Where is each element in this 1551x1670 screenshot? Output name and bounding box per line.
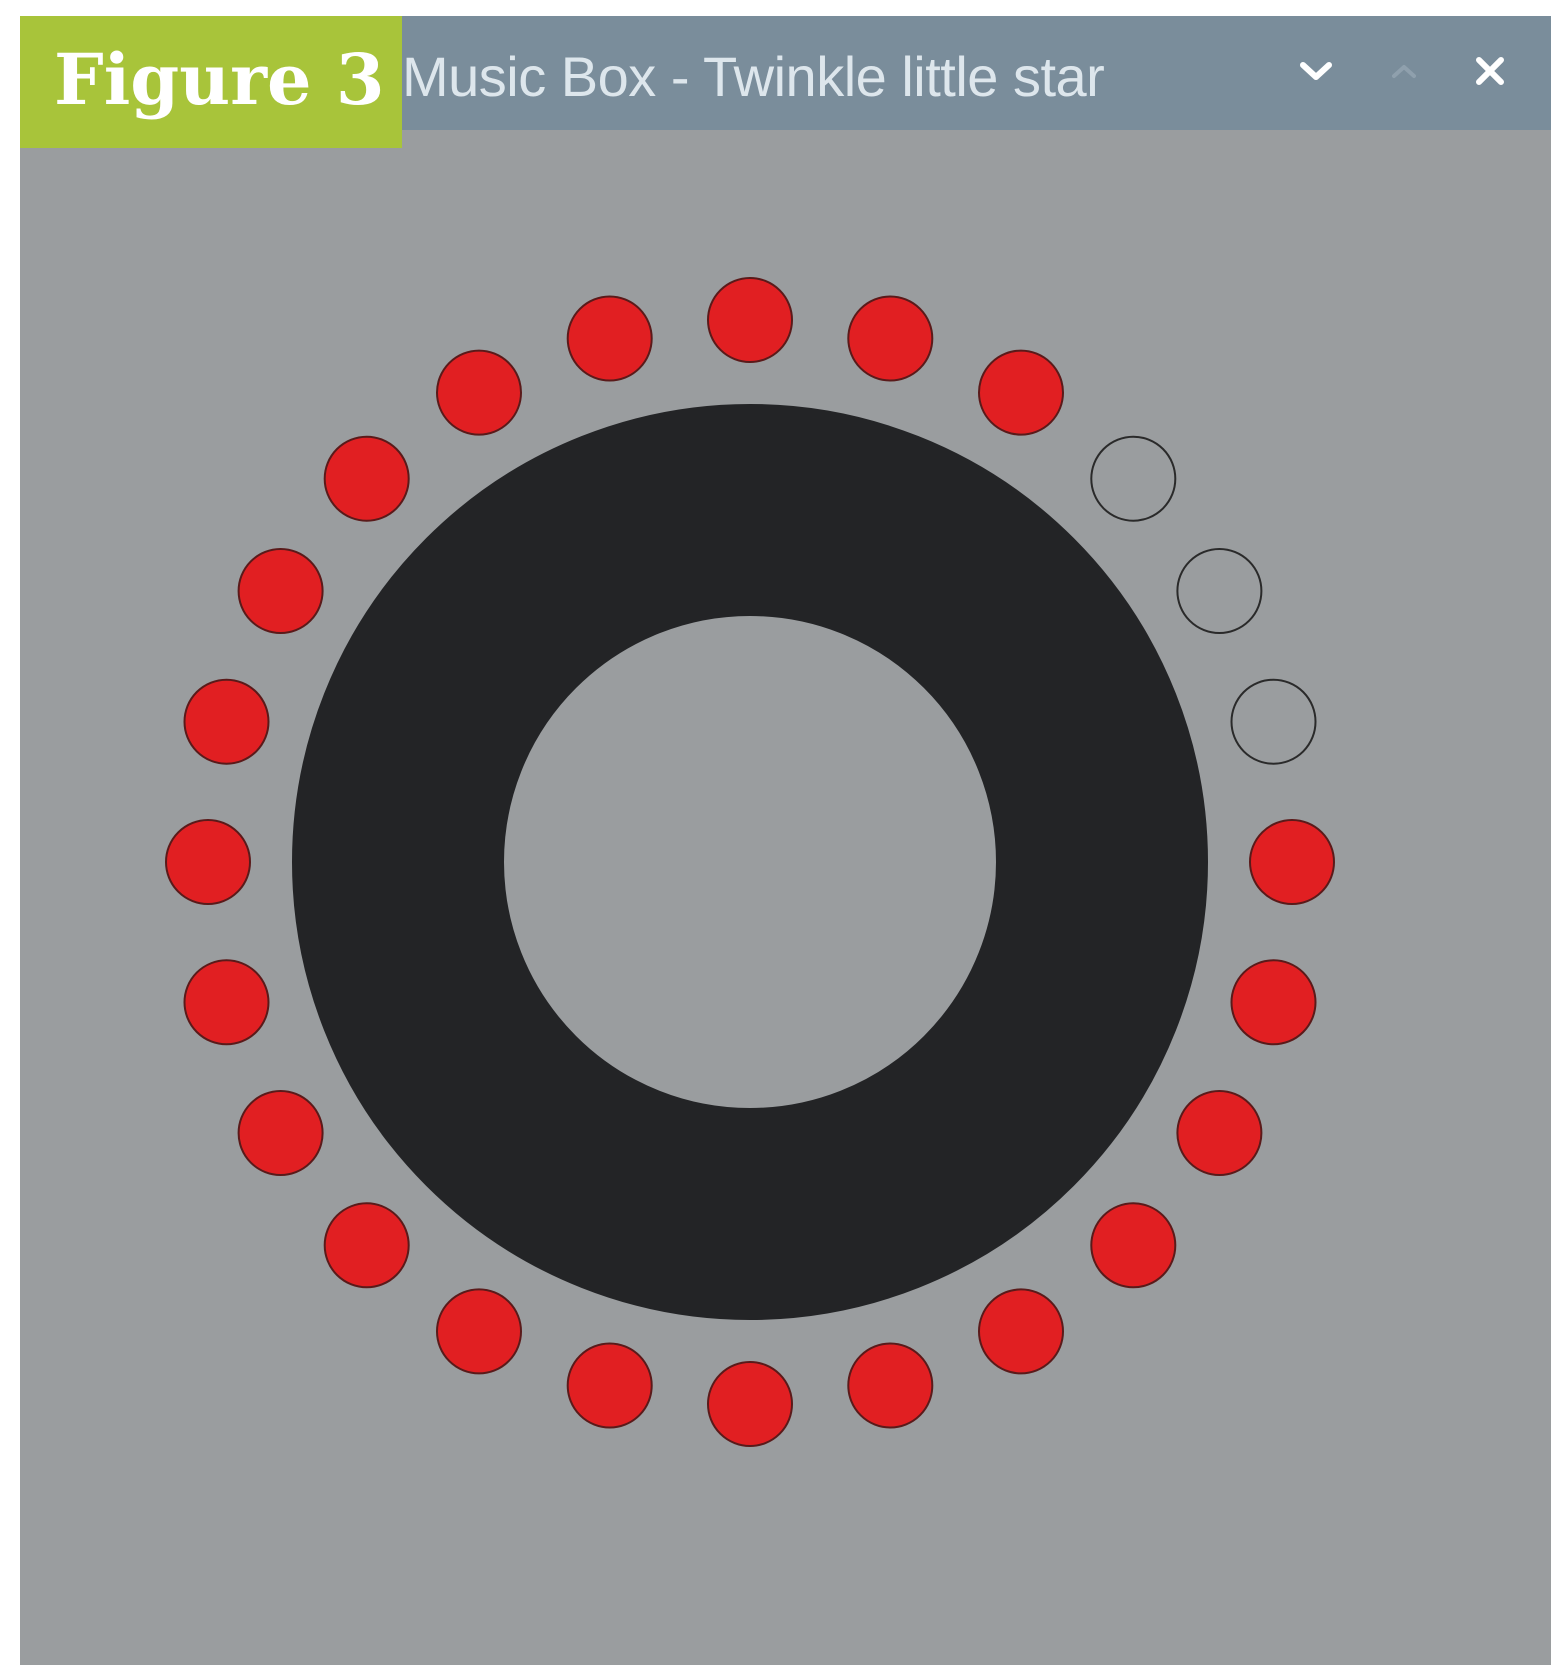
- note-dot: [978, 349, 1064, 436]
- music-box-window: Music Box - Twinkle little star Figure 3: [20, 16, 1551, 1665]
- note-dot: [237, 1090, 324, 1176]
- window-controls: [1291, 16, 1551, 130]
- note-dot: [566, 295, 653, 382]
- note-dot-empty: [1090, 435, 1177, 522]
- note-dot: [1230, 959, 1317, 1046]
- close-button[interactable]: [1465, 46, 1515, 96]
- figure-label: Figure 3: [20, 16, 402, 148]
- note-dot: [237, 548, 324, 634]
- note-dot: [165, 819, 251, 905]
- note-dot: [978, 1288, 1064, 1375]
- note-dot: [323, 1202, 410, 1289]
- note-dot-empty: [1230, 678, 1317, 765]
- note-dot: [436, 1288, 522, 1375]
- music-box-canvas: [20, 130, 1551, 1665]
- note-dot-empty: [1176, 548, 1263, 634]
- note-dot: [183, 678, 270, 765]
- note-dot: [1090, 1202, 1177, 1289]
- music-box-drawing: [165, 277, 1335, 1447]
- maximize-button[interactable]: [1379, 46, 1429, 96]
- note-dot: [566, 1342, 653, 1429]
- window-title: Music Box - Twinkle little star: [402, 45, 1105, 108]
- note-dot: [436, 349, 522, 436]
- chevron-down-icon: [1299, 60, 1333, 82]
- note-dot: [1176, 1090, 1263, 1176]
- note-dot: [707, 1361, 793, 1447]
- note-dot: [1249, 819, 1335, 905]
- music-box-ring: [292, 404, 1208, 1320]
- note-dot: [847, 295, 934, 382]
- minimize-button[interactable]: [1291, 46, 1341, 96]
- close-icon: [1473, 54, 1507, 88]
- note-dot: [323, 435, 410, 522]
- note-dot: [183, 959, 270, 1046]
- note-dot: [707, 277, 793, 363]
- chevron-up-icon: [1389, 61, 1419, 81]
- note-dot: [847, 1342, 934, 1429]
